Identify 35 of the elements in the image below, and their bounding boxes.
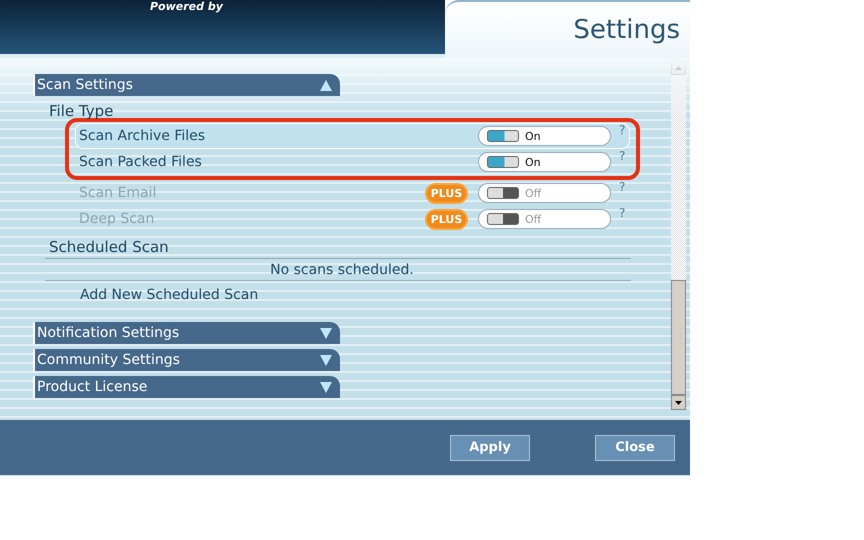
powered-by-text: Powered by — [150, 0, 223, 14]
add-scan-link[interactable]: Add New Scheduled Scan — [49, 287, 671, 303]
option-row[interactable]: Scan Archive Files On ? — [75, 123, 630, 149]
toggle-state: Off — [525, 186, 542, 200]
section-header[interactable]: Notification Settings — [33, 322, 340, 344]
toggle-switch[interactable]: On — [478, 152, 611, 172]
scrollbar[interactable] — [671, 60, 686, 410]
footer-button[interactable]: Apply — [450, 434, 530, 460]
help-link[interactable]: ? — [619, 123, 626, 137]
scroll-thumb[interactable] — [671, 280, 686, 395]
group-title: File Type — [49, 102, 114, 120]
toggle-switch[interactable]: On — [478, 126, 611, 146]
option-row[interactable]: Scan Packed Files On ? — [75, 149, 630, 175]
page-title: Settings — [573, 15, 680, 45]
toggle-state: On — [525, 130, 541, 142]
empty-message: No scans scheduled. — [269, 262, 415, 278]
scroll-down-icon[interactable] — [671, 395, 686, 410]
section-header[interactable]: Community Settings — [33, 349, 340, 371]
plus-badge: PLUS — [426, 184, 466, 202]
group-title: Scheduled Scan — [49, 238, 170, 256]
collapse-triangle-icon — [320, 80, 332, 90]
expand-triangle-icon — [320, 382, 332, 392]
help-link[interactable]: ? — [619, 149, 626, 163]
expand-triangle-icon — [320, 354, 332, 366]
option-label: Scan Archive Files — [79, 128, 206, 144]
expand-triangle-icon — [320, 328, 332, 338]
section-header[interactable]: Product License — [33, 376, 340, 398]
option-label: Scan Packed Files — [79, 154, 203, 170]
toggle-state: On — [525, 156, 541, 168]
option-label: Scan Email — [79, 185, 158, 201]
plus-badge: PLUS — [426, 210, 466, 228]
section-header[interactable]: Scan Settings — [33, 74, 340, 96]
footer-button[interactable]: Close — [595, 434, 675, 460]
option-label: Deep Scan — [79, 211, 156, 227]
toggle-state: Off — [525, 212, 542, 226]
